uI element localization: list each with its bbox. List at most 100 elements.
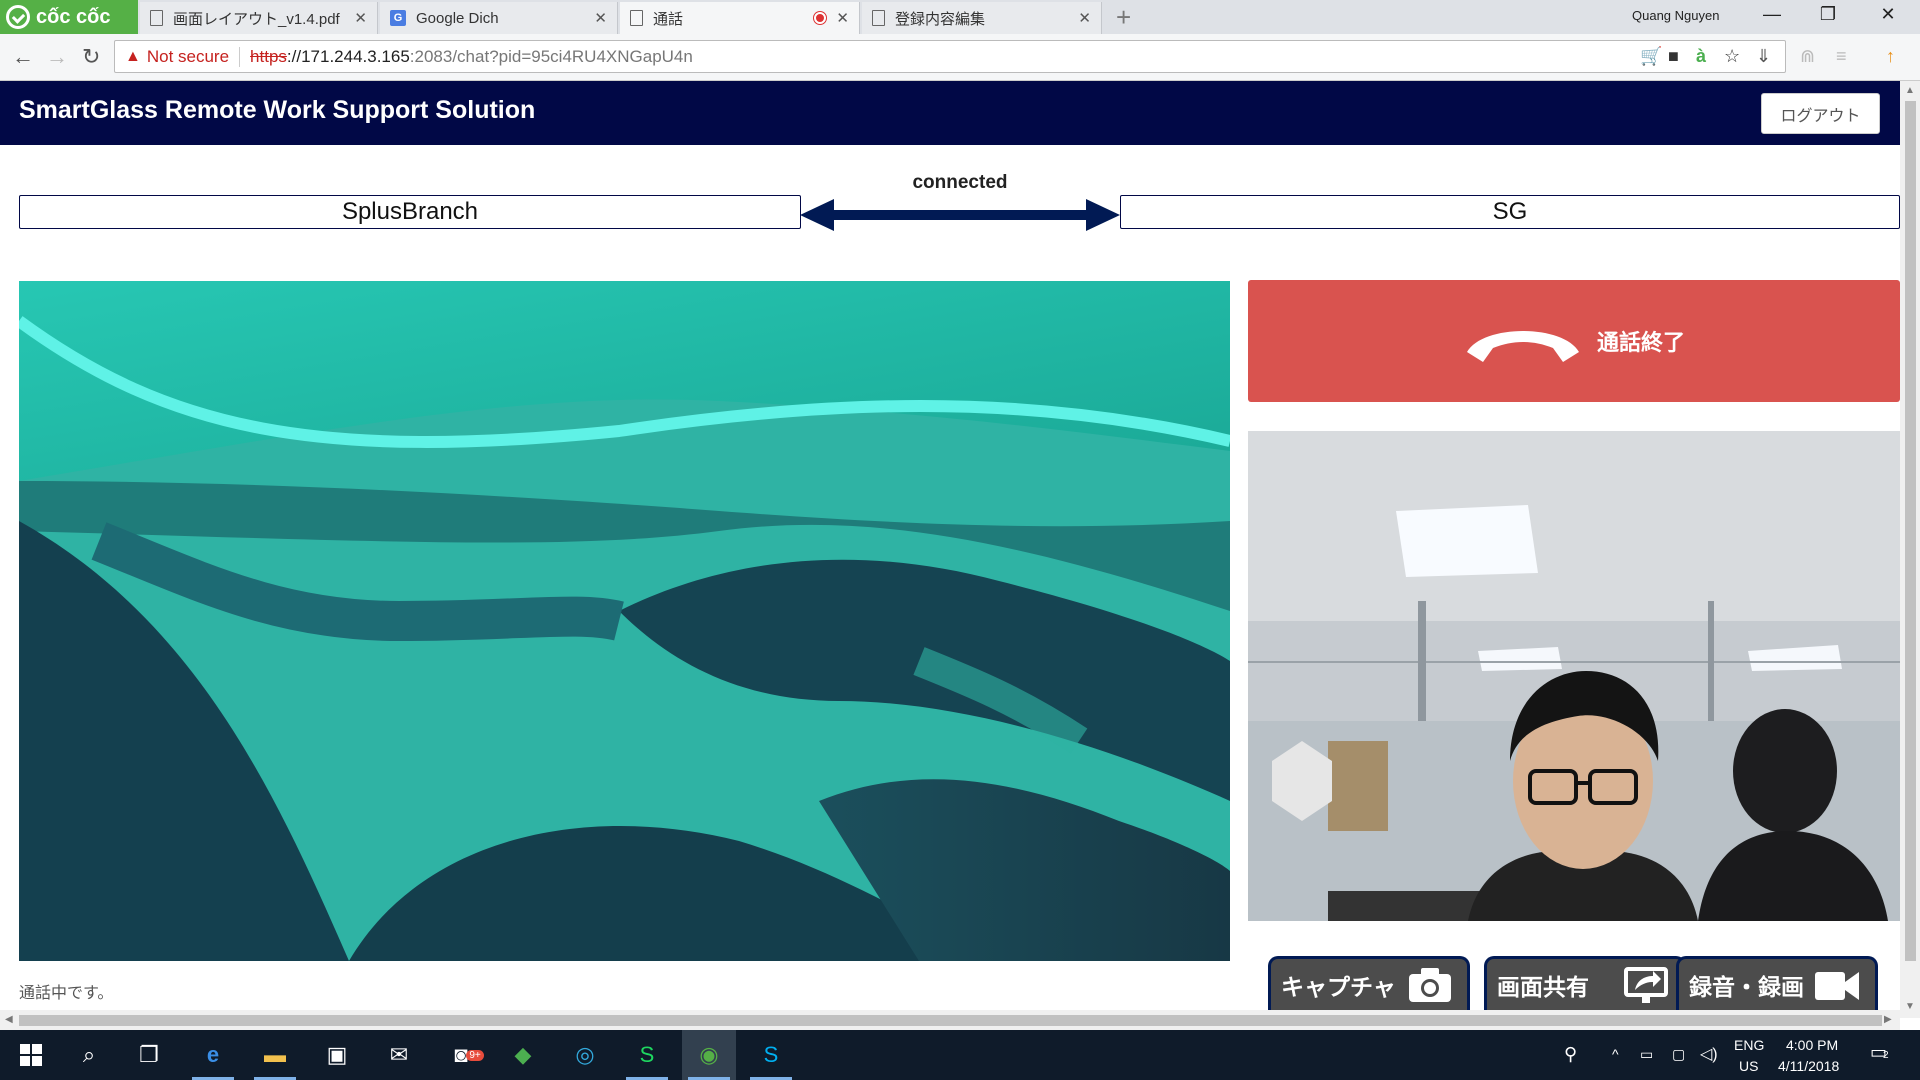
tab-google-dich[interactable]: G Google Dich ✕: [380, 2, 618, 34]
url-scheme: https: [250, 46, 287, 66]
app-header: SmartGlass Remote Work Support Solution …: [0, 81, 1900, 145]
tab-title: 登録内容編集: [895, 10, 986, 28]
end-call-label: 通話終了: [1596, 330, 1685, 355]
local-video: [1248, 431, 1900, 921]
screen-share-label: 画面共有: [1497, 973, 1589, 1000]
mail-icon[interactable]: ✉: [372, 1030, 426, 1080]
file-explorer-icon[interactable]: ▬: [248, 1030, 302, 1080]
task-view-icon[interactable]: ❐: [122, 1030, 176, 1080]
tab-call[interactable]: 通話 ✕: [620, 2, 860, 34]
browser-brand[interactable]: cốc cốc: [0, 0, 138, 34]
region-indicator: US: [1739, 1058, 1759, 1074]
remote-video-frame: [19, 281, 1230, 961]
skype-icon[interactable]: S: [744, 1030, 798, 1080]
volume-icon[interactable]: ◁): [1700, 1044, 1718, 1064]
remote-peer-box: SG: [1120, 195, 1900, 229]
close-tab-icon[interactable]: ✕: [836, 9, 849, 27]
tab-pdf[interactable]: 画面レイアウト_v1.4.pdf ✕: [140, 2, 378, 34]
windows-taskbar: ⌕ ❐ e ▬ ▣ ✉ ◙ 9+ ◆ ◎ S ◉ S ⚲ ^ ▭ ▢ ◁) ENG…: [0, 1030, 1920, 1080]
notification-badge: 9+: [466, 1050, 484, 1061]
sublime-icon[interactable]: S: [620, 1030, 674, 1080]
minimize-icon[interactable]: —: [1752, 4, 1792, 25]
close-tab-icon[interactable]: ✕: [594, 9, 607, 27]
menu-icon[interactable]: ≡: [1836, 46, 1847, 67]
download-icon[interactable]: ⇓: [1756, 46, 1771, 67]
vertical-scroll-thumb[interactable]: [1905, 101, 1916, 961]
sourcetree-icon[interactable]: ◆: [496, 1030, 550, 1080]
horizontal-scrollbar[interactable]: ◀ ▶: [0, 1010, 1900, 1030]
tab-title: Google Dich: [416, 9, 499, 27]
profile-name[interactable]: Quang Nguyen: [1632, 8, 1719, 23]
document-icon: [872, 10, 885, 26]
connection-status: connected: [912, 172, 1008, 193]
security-label[interactable]: Not secure: [147, 47, 229, 67]
recording-indicator-icon: [814, 12, 827, 24]
action-center-icon[interactable]: ▭2: [1870, 1042, 1889, 1063]
close-tab-icon[interactable]: ✕: [354, 9, 367, 27]
clock-date: 4/11/2018: [1778, 1058, 1840, 1074]
cart-icon[interactable]: 🛒: [1640, 46, 1662, 67]
tab-title: 画面レイアウト_v1.4.pdf: [173, 10, 340, 28]
logout-button[interactable]: ログアウト: [1761, 93, 1880, 134]
star-icon[interactable]: ☆: [1724, 46, 1740, 67]
app-title: SmartGlass Remote Work Support Solution: [19, 96, 536, 124]
screen-share-icon: [1624, 966, 1668, 1003]
dictionary-icon[interactable]: à: [1696, 46, 1706, 67]
close-tab-icon[interactable]: ✕: [1078, 9, 1091, 27]
back-icon[interactable]: ←: [12, 44, 34, 70]
record-label: 録音・録画: [1689, 973, 1804, 1000]
scroll-down-icon[interactable]: ▼: [1905, 1001, 1915, 1012]
close-window-icon[interactable]: ✕: [1868, 4, 1908, 25]
url-host: ://171.244.3.165: [286, 46, 410, 66]
local-peer-box: SplusBranch: [19, 195, 801, 229]
search-icon[interactable]: ⌕: [62, 1030, 116, 1080]
notification-count: 2: [1883, 1050, 1889, 1061]
coccoc-logo-icon: [6, 5, 30, 29]
scroll-right-icon[interactable]: ▶: [1884, 1014, 1892, 1025]
google-translate-icon: G: [390, 10, 406, 26]
browser-brand-label: cốc cốc: [36, 5, 111, 28]
extension-icon[interactable]: ⋒: [1800, 46, 1815, 67]
coccoc-taskbar-icon[interactable]: ◉: [682, 1030, 736, 1080]
local-video-frame: [1248, 431, 1900, 921]
warning-icon: ▲: [125, 47, 141, 65]
network-icon[interactable]: ▢: [1672, 1046, 1685, 1063]
camera-icon[interactable]: ■: [1668, 46, 1679, 67]
restore-icon[interactable]: ❐: [1808, 4, 1848, 25]
clock-time[interactable]: 4:00 PM: [1786, 1037, 1838, 1053]
address-toolbar: ← → ↻ ▲ Not secure https ://171.244.3.16…: [0, 34, 1920, 81]
connection-arrow-icon: [800, 199, 1120, 231]
call-status-message: 通話中です。: [19, 985, 114, 1002]
remote-video: [19, 281, 1230, 961]
gitkraken-icon[interactable]: ◎: [558, 1030, 612, 1080]
scroll-left-icon[interactable]: ◀: [5, 1014, 13, 1025]
hang-up-icon: [1466, 331, 1579, 362]
update-icon[interactable]: ↑: [1886, 46, 1895, 67]
divider: [239, 46, 241, 67]
battery-icon[interactable]: ▭: [1640, 1046, 1653, 1063]
url-bar[interactable]: ▲ Not secure https ://171.244.3.165 :208…: [114, 40, 1786, 73]
document-icon: [630, 10, 643, 26]
screen-share-button[interactable]: 画面共有: [1484, 956, 1686, 1010]
camera-icon: [1409, 967, 1451, 1002]
document-icon: [150, 10, 163, 26]
capture-button[interactable]: キャプチャ: [1268, 956, 1470, 1010]
language-indicator[interactable]: ENG: [1734, 1037, 1764, 1053]
chevron-up-icon[interactable]: ^: [1612, 1046, 1619, 1062]
store-icon[interactable]: ▣: [310, 1030, 364, 1080]
forward-icon[interactable]: →: [46, 44, 68, 70]
horizontal-scroll-thumb[interactable]: [19, 1015, 1882, 1026]
record-button[interactable]: 録音・録画: [1676, 956, 1878, 1010]
start-icon[interactable]: [4, 1030, 58, 1080]
edge-icon[interactable]: e: [186, 1030, 240, 1080]
new-tab-icon[interactable]: +: [1116, 2, 1131, 33]
scroll-up-icon[interactable]: ▲: [1905, 85, 1915, 96]
discord-icon[interactable]: ◙ 9+: [434, 1030, 488, 1080]
reload-icon[interactable]: ↻: [82, 44, 100, 70]
capture-label: キャプチャ: [1281, 973, 1396, 1000]
tab-edit-registration[interactable]: 登録内容編集 ✕: [862, 2, 1102, 34]
end-call-button[interactable]: 通話終了: [1248, 280, 1900, 402]
people-icon[interactable]: ⚲: [1564, 1044, 1577, 1065]
vertical-scrollbar[interactable]: ▲ ▼: [1900, 81, 1920, 1018]
tab-title: 通話: [653, 10, 684, 28]
